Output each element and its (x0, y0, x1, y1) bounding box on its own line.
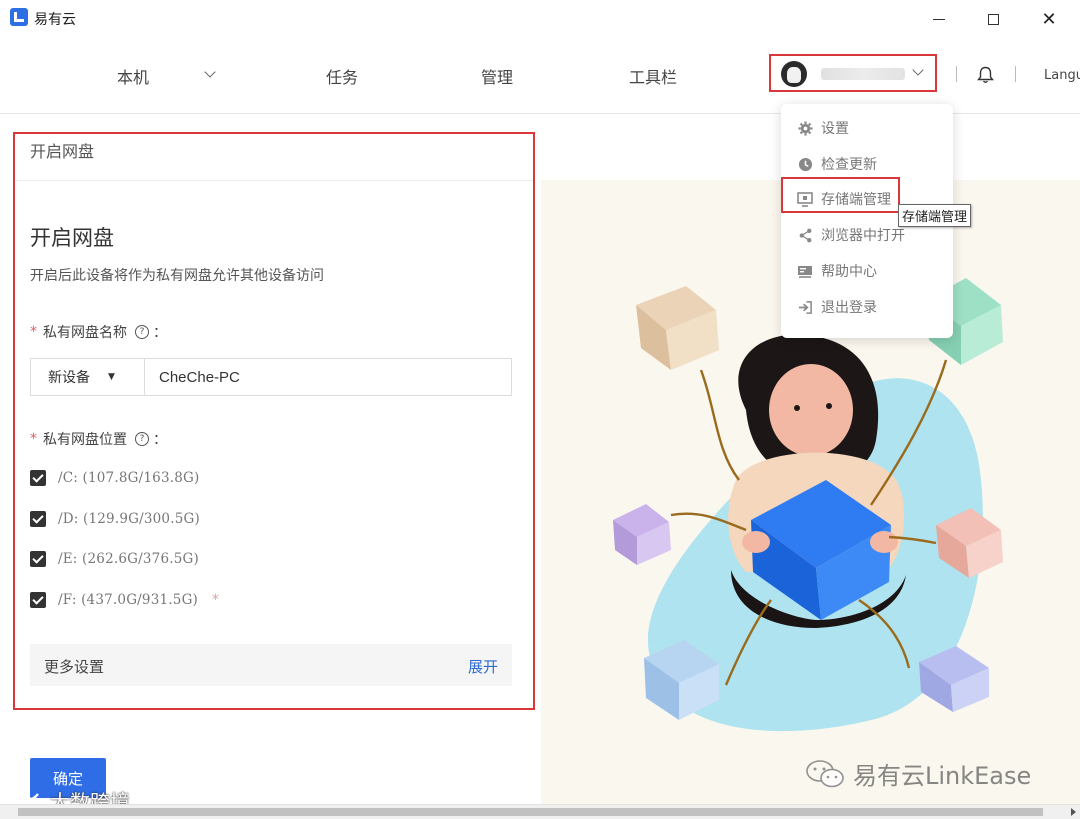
avatar (781, 61, 807, 87)
close-icon: ✕ (1041, 8, 1057, 30)
menu-item-open-in-browser[interactable]: 浏览器中打开 (797, 225, 905, 245)
window-title: 易有云 (34, 12, 76, 28)
menu-item-label: 帮助中心 (821, 264, 877, 280)
menu-item-label: 检查更新 (821, 157, 877, 173)
wechat-icon (806, 759, 844, 787)
menu-item-label: 浏览器中打开 (821, 228, 905, 244)
chevron-down-icon (912, 64, 924, 76)
minimize-button[interactable] (921, 6, 957, 32)
menu-item-label: 设置 (821, 121, 849, 137)
share-icon (797, 227, 813, 243)
nav-divider (1015, 66, 1016, 82)
scrollbar-thumb[interactable] (18, 808, 1043, 816)
nav-divider (956, 66, 957, 82)
cube-purple-left (613, 504, 671, 565)
menu-item-check-update[interactable]: 检查更新 (797, 154, 877, 174)
user-account-dropdown[interactable] (769, 54, 937, 92)
menu-item-label: 退出登录 (821, 300, 877, 316)
close-button[interactable]: ✕ (1031, 6, 1067, 32)
title-bar: 易有云 ✕ (0, 0, 1080, 38)
nav-item-manage[interactable]: 管理 (481, 64, 513, 88)
nav-item-tasks[interactable]: 任务 (326, 64, 358, 88)
maximize-button[interactable] (975, 6, 1011, 32)
nav-item-local[interactable]: 本机 (117, 64, 149, 88)
logout-icon (797, 299, 813, 315)
chevron-down-icon[interactable] (204, 66, 216, 78)
menu-item-help-center[interactable]: 帮助中心 (797, 261, 877, 281)
woman-face (769, 364, 853, 456)
nav-item-toolbar[interactable]: 工具栏 (629, 64, 677, 88)
menu-item-settings[interactable]: 设置 (797, 118, 849, 138)
watermark-linkease: 易有云LinkEase (805, 756, 1031, 791)
menu-item-logout[interactable]: 退出登录 (797, 297, 877, 317)
annotation-highlight-form (13, 132, 535, 710)
maximize-icon (987, 13, 999, 25)
blurred-username (821, 68, 905, 80)
minimize-icon (933, 18, 945, 20)
tooltip: 存储端管理 (898, 204, 972, 227)
help-book-icon (797, 263, 813, 279)
annotation-highlight-storage (781, 177, 900, 213)
scroll-right-arrow-icon[interactable] (1071, 808, 1076, 816)
watermark-text: 易有云LinkEase (853, 762, 1032, 790)
cube-beige-top-left (636, 286, 719, 370)
top-nav: 本机 任务 管理 工具栏 Langu (0, 38, 1080, 114)
horizontal-scrollbar[interactable] (0, 804, 1080, 819)
gear-icon (797, 120, 813, 136)
clock-icon (797, 156, 813, 172)
language-selector[interactable]: Langu (1044, 68, 1080, 83)
bell-icon[interactable] (977, 66, 994, 84)
app-logo-icon (10, 8, 28, 26)
